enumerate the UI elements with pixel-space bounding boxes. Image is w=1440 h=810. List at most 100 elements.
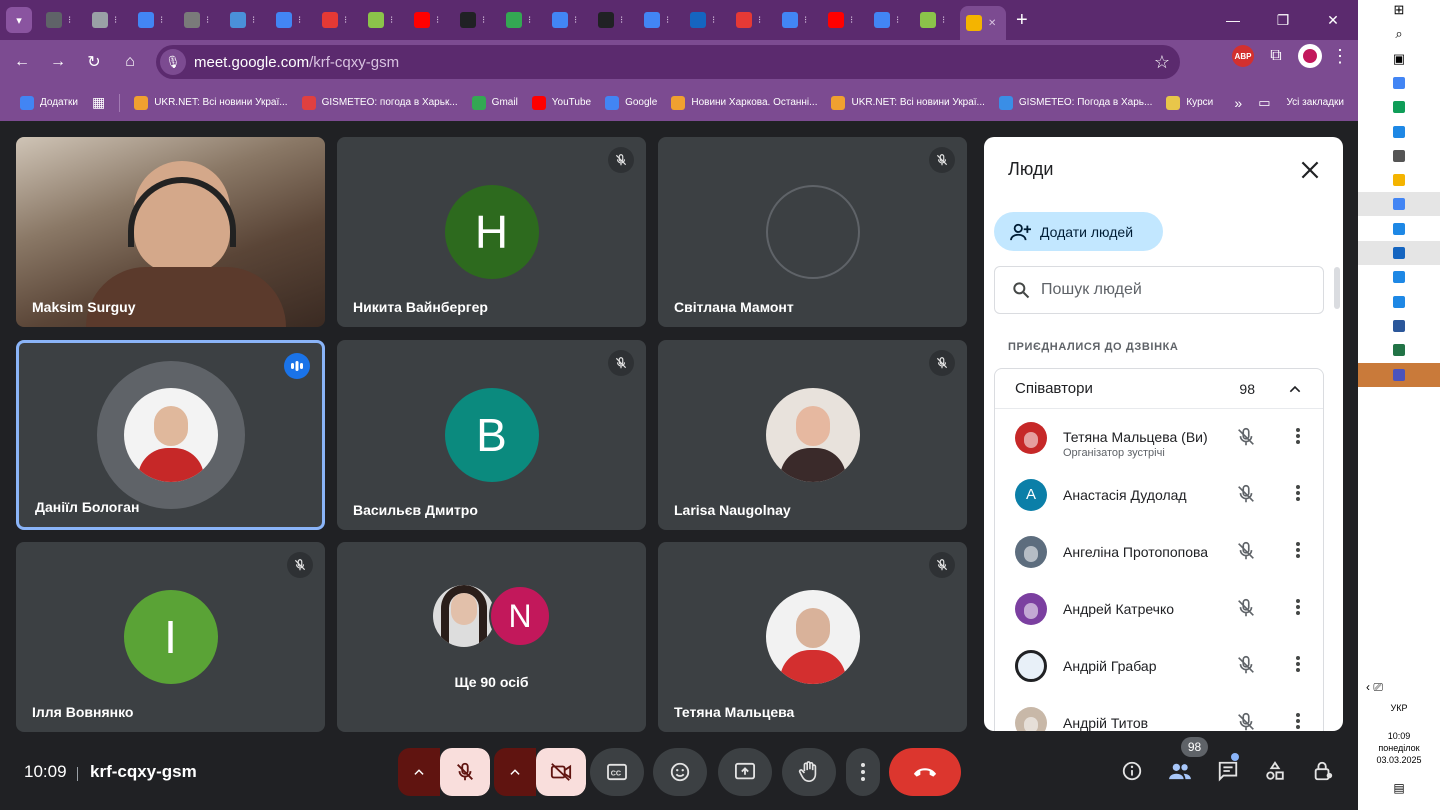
browser-tab[interactable]: ⁝ xyxy=(40,0,86,40)
participant-tile[interactable]: Даніїл Бологан xyxy=(16,340,325,530)
site-info-icon[interactable]: 🎙 xyxy=(160,49,186,75)
address-bar[interactable]: 🎙 meet.google.com/krf-cqxy-gsm ☆ xyxy=(156,45,1180,79)
mic-off-icon[interactable] xyxy=(1235,483,1257,510)
browser-tab[interactable]: ⁝ xyxy=(408,0,454,40)
browser-tab[interactable]: ⁝ xyxy=(132,0,178,40)
mic-off-icon[interactable] xyxy=(1235,711,1257,731)
back-icon[interactable]: ← xyxy=(4,44,40,80)
chevron-up-icon[interactable] xyxy=(1287,381,1303,397)
raise-hand-button[interactable] xyxy=(782,748,836,796)
taskbar-app-icon[interactable] xyxy=(1358,314,1440,338)
browser-tab[interactable]: ⁝ xyxy=(684,0,730,40)
host-controls-button[interactable] xyxy=(1303,751,1343,791)
taskbar-lang[interactable]: УКР xyxy=(1358,703,1440,713)
profile-avatar[interactable] xyxy=(1298,44,1322,68)
more-vert-icon[interactable] xyxy=(1295,484,1301,507)
participant-tile[interactable]: Larisa Naugolnay xyxy=(658,340,967,530)
bookmark-item[interactable]: GISMETEO: Погода в Харь... xyxy=(993,95,1158,110)
close-window-icon[interactable]: ✕ xyxy=(1308,0,1358,40)
person-row[interactable]: Ангеліна Протопопова xyxy=(995,523,1323,580)
captions-button[interactable]: CC xyxy=(590,748,644,796)
browser-tab[interactable]: ⁝ xyxy=(454,0,500,40)
taskbar-app-icon[interactable] xyxy=(1358,95,1440,119)
taskbar-app-icon[interactable]: ⌕ xyxy=(1358,22,1440,46)
browser-tab[interactable]: ⁝ xyxy=(730,0,776,40)
browser-tab[interactable]: ⁝ xyxy=(822,0,868,40)
forward-icon[interactable]: → xyxy=(40,44,76,80)
browser-tab[interactable]: ⁝ xyxy=(776,0,822,40)
more-options-button[interactable] xyxy=(846,748,880,796)
search-people-input[interactable] xyxy=(1041,281,1301,299)
browser-menu-icon[interactable]: ⋮ xyxy=(1330,46,1350,67)
more-vert-icon[interactable] xyxy=(1295,427,1301,450)
participant-tile[interactable]: Тетяна Мальцева xyxy=(658,542,967,732)
browser-tab[interactable]: ✕ xyxy=(960,6,1006,40)
apps-grid-icon[interactable]: ▦ xyxy=(86,94,111,111)
new-tab-icon[interactable]: + xyxy=(1016,9,1028,32)
more-vert-icon[interactable] xyxy=(1295,712,1301,731)
bookmark-item[interactable]: UKR.NET: Всі новини Украї... xyxy=(128,95,293,110)
adblock-icon[interactable]: ABP xyxy=(1232,45,1254,67)
close-tab-icon[interactable]: ✕ xyxy=(988,18,996,29)
taskbar-app-icon[interactable] xyxy=(1358,71,1440,95)
bookmark-item[interactable]: UKR.NET: Всі новини Украї... xyxy=(825,95,990,110)
taskbar-app-icon[interactable] xyxy=(1358,120,1440,144)
participant-tile[interactable]: H Никита Вайнбергер xyxy=(337,137,646,327)
browser-tab[interactable]: ⁝ xyxy=(592,0,638,40)
camera-toggle-button[interactable] xyxy=(536,748,586,796)
mic-off-icon[interactable] xyxy=(1235,426,1257,453)
bookmark-item[interactable]: Новини Харкова. Останні... xyxy=(665,95,823,110)
bookmark-item[interactable]: Google xyxy=(599,95,663,110)
mic-toggle-button[interactable] xyxy=(440,748,490,796)
browser-tab[interactable]: ⁝ xyxy=(178,0,224,40)
extensions-icon[interactable]: ⧉ xyxy=(1262,47,1290,65)
people-button[interactable] xyxy=(1160,751,1200,791)
participant-tile[interactable]: Світлана Мамонт xyxy=(658,137,967,327)
taskbar-app-icon[interactable] xyxy=(1358,241,1440,265)
bookmark-item[interactable]: YouTube xyxy=(526,95,597,110)
home-icon[interactable]: ⌂ xyxy=(112,44,148,80)
browser-tab[interactable]: ⁝ xyxy=(914,0,960,40)
person-row[interactable]: Тетяна Мальцева (Ви) Організатор зустрічі xyxy=(995,409,1323,466)
restore-icon[interactable]: ❐ xyxy=(1258,0,1308,40)
reactions-button[interactable] xyxy=(653,748,707,796)
taskbar-app-icon[interactable]: ▣ xyxy=(1358,47,1440,71)
taskbar-app-icon[interactable] xyxy=(1358,217,1440,241)
browser-tab[interactable]: ⁝ xyxy=(362,0,408,40)
more-bookmarks-icon[interactable]: » xyxy=(1234,95,1242,111)
browser-tab[interactable]: ⁝ xyxy=(546,0,592,40)
browser-tab[interactable]: ⁝ xyxy=(868,0,914,40)
browser-tab[interactable]: ⁝ xyxy=(86,0,132,40)
person-row[interactable]: Андрій Титов xyxy=(995,694,1323,731)
browser-tab[interactable]: ⁝ xyxy=(316,0,362,40)
browser-tab[interactable]: ⁝ xyxy=(224,0,270,40)
mic-off-icon[interactable] xyxy=(1235,654,1257,681)
more-vert-icon[interactable] xyxy=(1295,541,1301,564)
taskbar-app-icon[interactable] xyxy=(1358,290,1440,314)
taskbar-app-icon[interactable] xyxy=(1358,192,1440,217)
person-row[interactable]: A Анастасія Дудолад xyxy=(995,466,1323,523)
mic-off-icon[interactable] xyxy=(1235,597,1257,624)
chat-button[interactable] xyxy=(1208,751,1248,791)
present-button[interactable] xyxy=(718,748,772,796)
tab-search-icon[interactable]: ▾ xyxy=(6,7,32,33)
bookmark-star-icon[interactable]: ☆ xyxy=(1154,52,1170,73)
bookmark-item[interactable]: GISMETEO: погода в Харьк... xyxy=(296,95,464,110)
minimize-icon[interactable]: — xyxy=(1208,0,1258,40)
participant-tile[interactable]: Maksim Surguy xyxy=(16,137,325,327)
taskbar-app-icon[interactable]: ⊞ xyxy=(1358,0,1440,22)
meeting-info-button[interactable] xyxy=(1112,751,1152,791)
bookmark-item[interactable]: Курси xyxy=(1160,95,1219,110)
more-vert-icon[interactable] xyxy=(1295,655,1301,678)
reload-icon[interactable]: ↻ xyxy=(76,44,112,80)
taskbar-app-icon[interactable] xyxy=(1358,338,1440,362)
mic-options-button[interactable] xyxy=(398,748,440,796)
taskbar-app-icon[interactable] xyxy=(1358,168,1440,192)
browser-tab[interactable]: ⁝ xyxy=(500,0,546,40)
add-people-button[interactable]: Додати людей xyxy=(994,212,1163,251)
mic-off-icon[interactable] xyxy=(1235,540,1257,567)
collaborators-header[interactable]: Співавтори 98 xyxy=(995,369,1323,409)
participant-tile[interactable]: B Васильєв Дмитро xyxy=(337,340,646,530)
activities-button[interactable] xyxy=(1255,751,1295,791)
participant-tile[interactable]: N Ще 90 осіб xyxy=(337,542,646,732)
